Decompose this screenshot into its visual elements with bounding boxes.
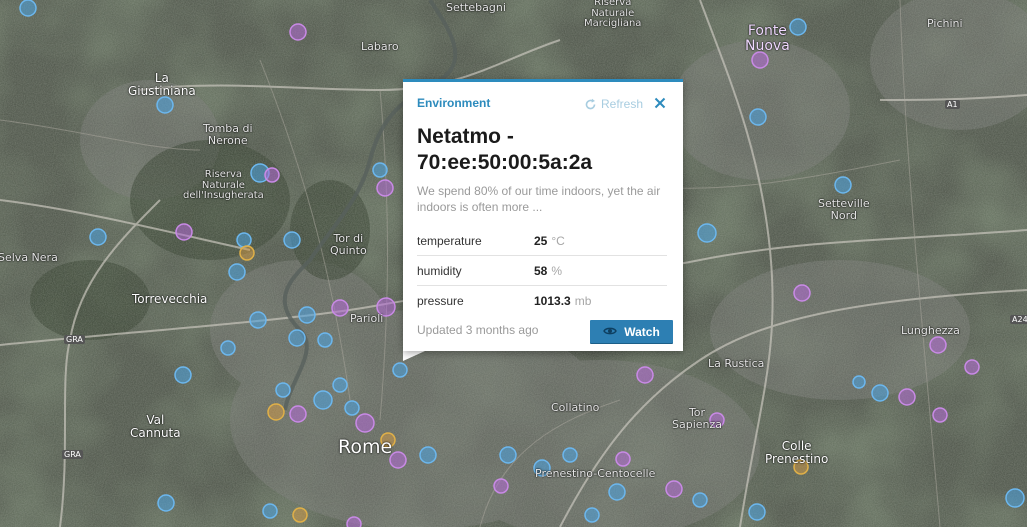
place-label-collatino: Collatino bbox=[551, 401, 600, 414]
place-label-colle-prenestino: Colle Prenestino bbox=[765, 439, 829, 466]
device-popup: Environment Refresh Netatmo - 70:ee:50:0… bbox=[403, 79, 683, 351]
place-label-tor-di-quinto: Tor di Quinto bbox=[330, 232, 367, 257]
watch-label: Watch bbox=[624, 324, 660, 339]
place-label-la-giustiniana: La Giustiniana bbox=[128, 71, 196, 98]
close-icon[interactable] bbox=[653, 95, 667, 109]
place-label-lunghezza: Lunghezza bbox=[901, 324, 960, 337]
category-label: Environment bbox=[417, 96, 491, 110]
readings-table: temperature 25 °C humidity 58 % pressure… bbox=[417, 226, 667, 315]
road-shield-a1: A1 bbox=[945, 100, 960, 109]
reading-value: 25 bbox=[534, 233, 548, 248]
road-shield-gra: GRA bbox=[64, 335, 85, 344]
place-label-parioli: Parioli bbox=[350, 312, 384, 325]
reading-name: temperature bbox=[417, 233, 482, 248]
watch-button[interactable]: Watch bbox=[590, 320, 673, 343]
reading-row-temperature: temperature 25 °C bbox=[417, 226, 667, 256]
reading-row-pressure: pressure 1013.3 mb bbox=[417, 286, 667, 315]
place-label-fonte-nuova: Fonte Nuova bbox=[745, 23, 790, 54]
reading-name: humidity bbox=[417, 263, 462, 278]
eye-icon bbox=[603, 325, 618, 339]
place-label-torrevecchia: Torrevecchia bbox=[132, 292, 208, 306]
refresh-label: Refresh bbox=[601, 97, 644, 111]
updated-timestamp: Updated 3 months ago bbox=[417, 323, 539, 337]
reading-unit: % bbox=[551, 263, 563, 278]
place-label-prenestino-centocelle: Prenestino-Centocelle bbox=[535, 467, 656, 480]
reading-unit: °C bbox=[551, 233, 565, 248]
road-shield-a24: A24 bbox=[1010, 315, 1027, 324]
reading-row-humidity: humidity 58 % bbox=[417, 256, 667, 286]
device-description: We spend 80% of our time indoors, yet th… bbox=[417, 184, 661, 214]
place-label-rome: Rome bbox=[338, 436, 393, 458]
place-label-selva-nera: Selva Nera bbox=[0, 251, 58, 264]
place-label-marcigliana: Riserva Naturale Marcigliana bbox=[584, 0, 642, 29]
place-label-setteville-nord: Setteville Nord bbox=[818, 197, 870, 222]
popup-tail bbox=[403, 351, 425, 361]
refresh-icon bbox=[584, 98, 597, 111]
place-label-riserva: Riserva Naturale dell'Insugherata bbox=[183, 169, 264, 201]
place-label-settebagni: Settebagni bbox=[446, 1, 506, 14]
place-label-tomba-di-nerone: Tomba di Nerone bbox=[203, 122, 253, 147]
place-label-val-cannuta: Val Cannuta bbox=[130, 413, 181, 440]
place-label-labaro: Labaro bbox=[361, 40, 399, 53]
refresh-button[interactable]: Refresh bbox=[584, 97, 643, 111]
road-shield-gra: GRA bbox=[62, 450, 83, 459]
place-label-la-rustica: La Rustica bbox=[708, 357, 765, 370]
reading-name: pressure bbox=[417, 293, 464, 308]
place-label-tor-sapienza: Tor Sapienza bbox=[672, 406, 723, 431]
reading-value: 58 bbox=[534, 263, 548, 278]
reading-value: 1013.3 bbox=[534, 293, 571, 308]
device-title: Netatmo - 70:ee:50:00:5a:2a bbox=[417, 125, 593, 174]
reading-unit: mb bbox=[574, 293, 592, 308]
place-label-pichini: Pichini bbox=[927, 17, 963, 30]
